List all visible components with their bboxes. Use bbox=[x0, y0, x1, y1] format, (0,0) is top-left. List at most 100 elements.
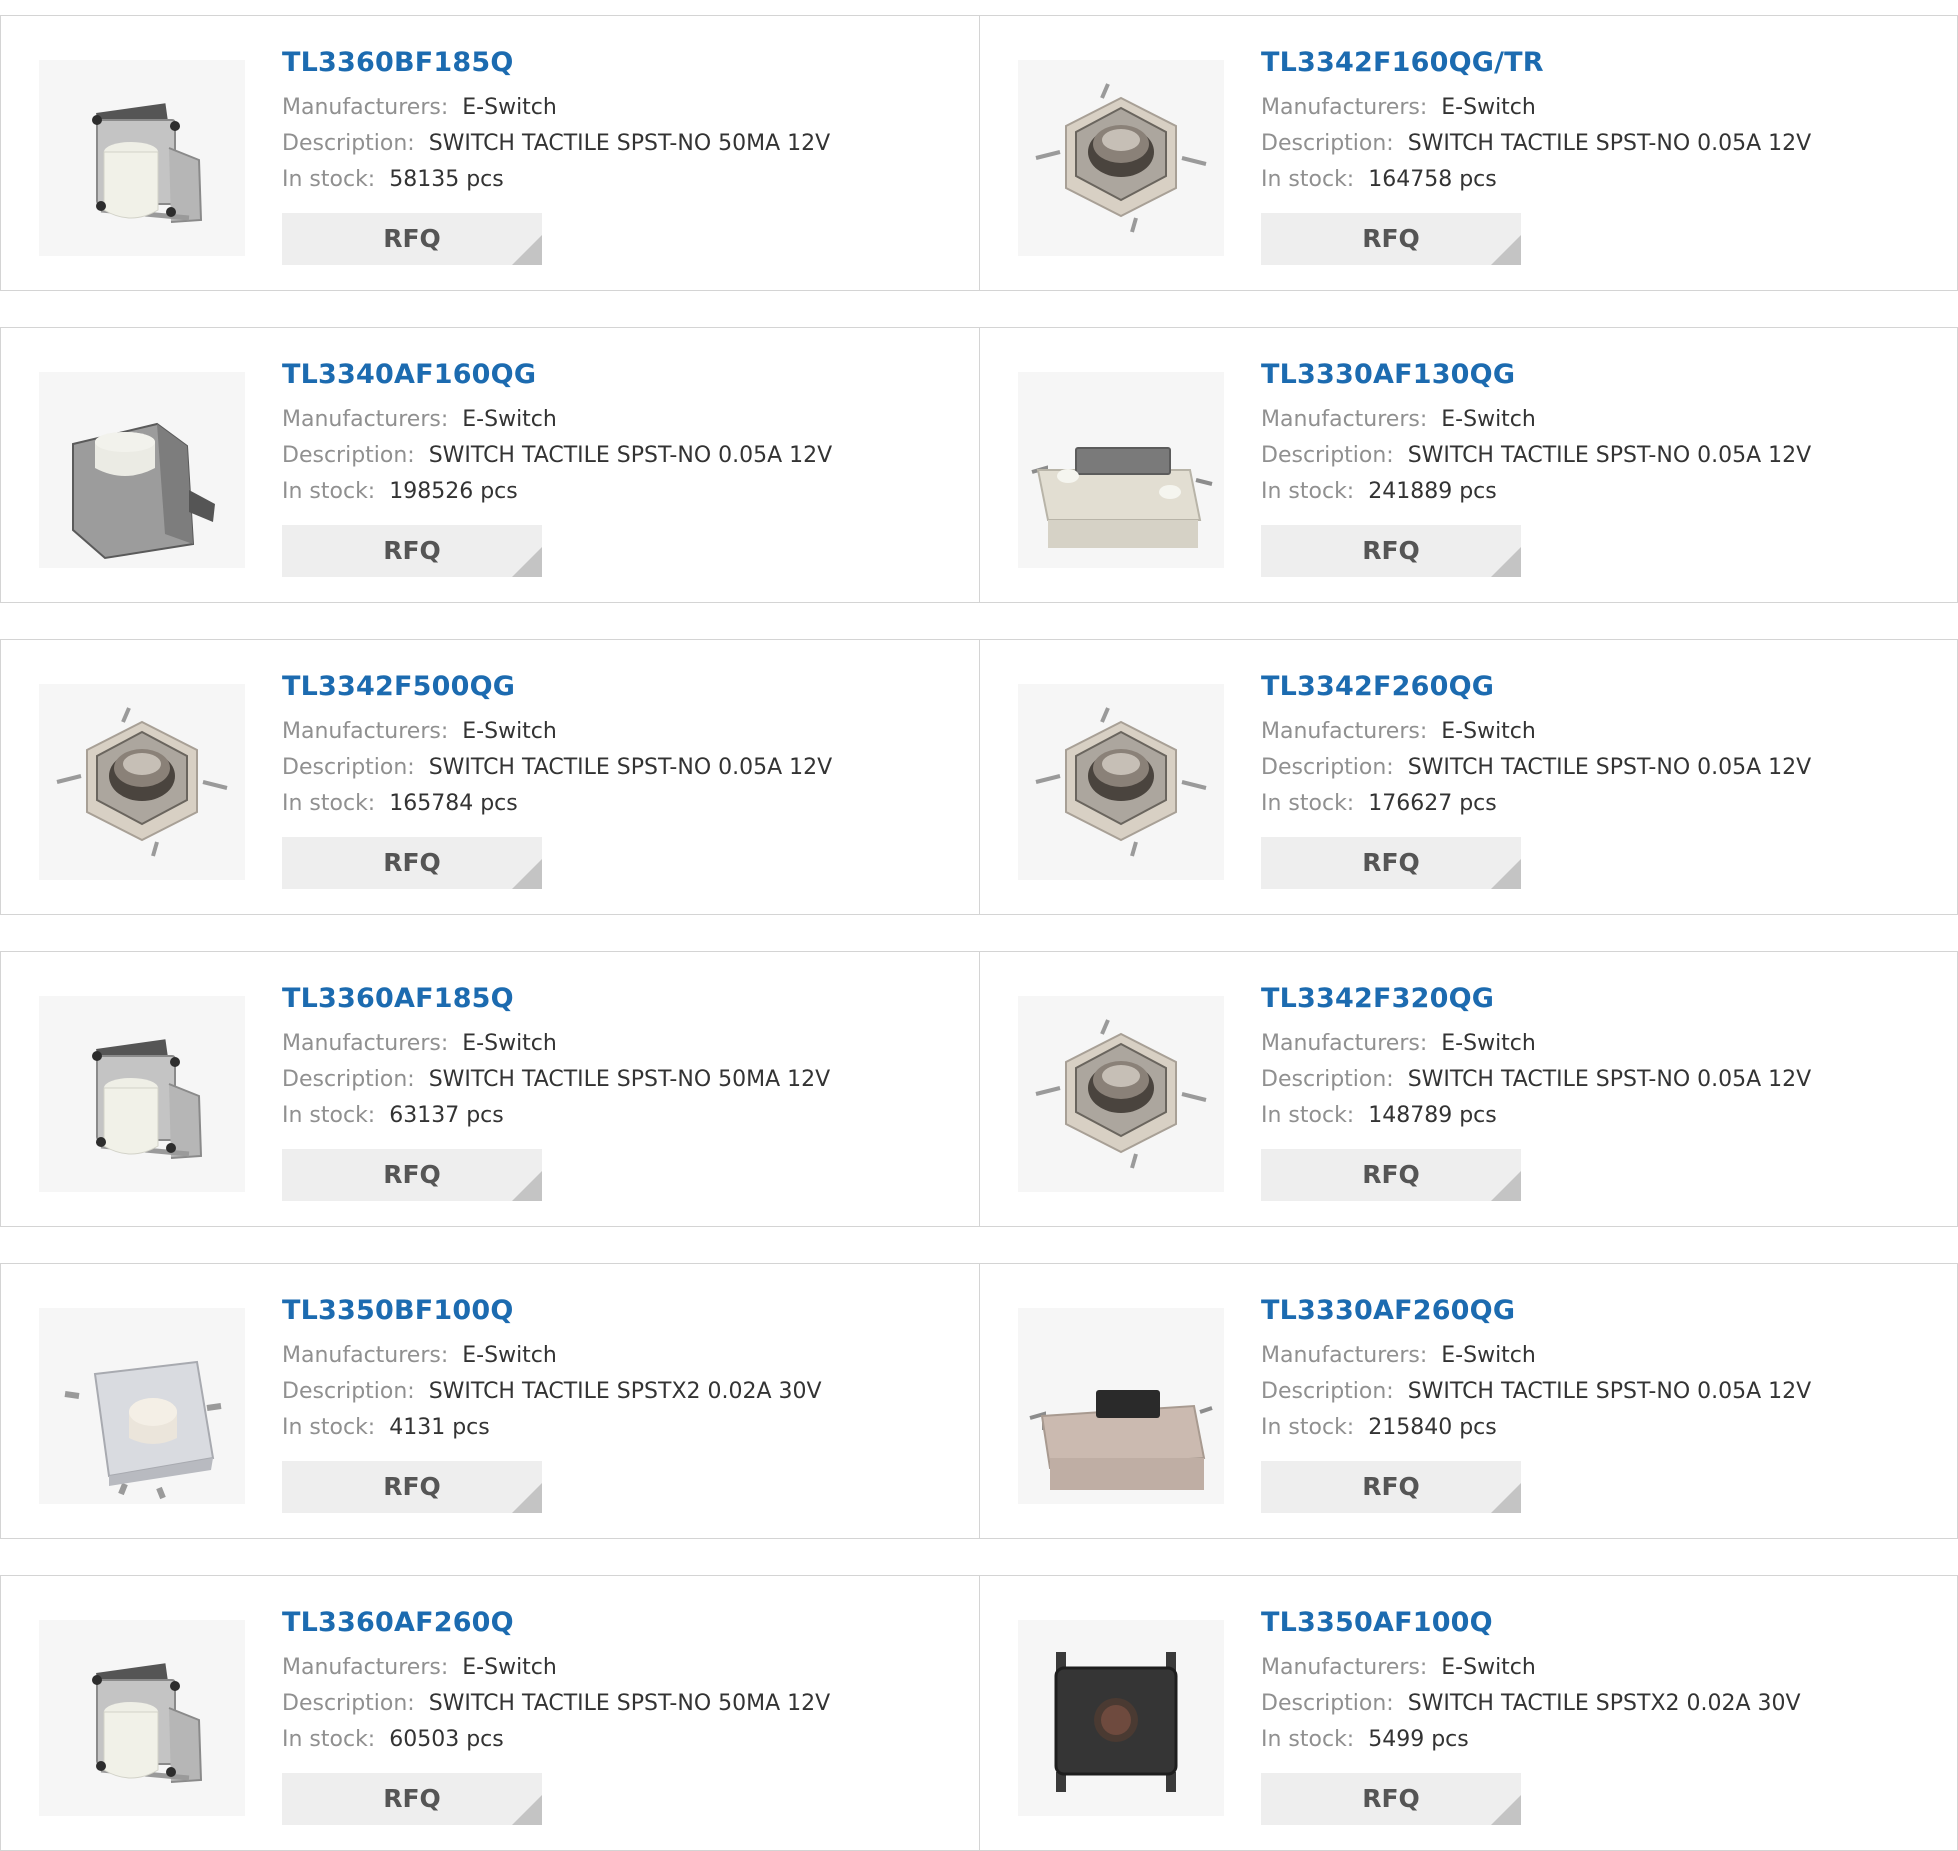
product-image[interactable] bbox=[39, 996, 245, 1192]
product-image[interactable] bbox=[1018, 60, 1224, 256]
manufacturer-value: E-Switch bbox=[1441, 1655, 1536, 1680]
manufacturer-label: Manufacturers: bbox=[282, 1031, 449, 1056]
product-image[interactable] bbox=[1018, 1620, 1224, 1816]
product-name-link[interactable]: TL3330AF130QG bbox=[1261, 358, 1811, 392]
stock-label: In stock: bbox=[282, 1103, 376, 1128]
product-name-link[interactable]: TL3340AF160QG bbox=[282, 358, 832, 392]
product-card: TL3360AF185Q Manufacturers: E-Switch Desc… bbox=[0, 951, 980, 1227]
square-smd-switch-icon bbox=[56, 707, 228, 857]
description-label: Description: bbox=[282, 443, 415, 468]
rfq-button[interactable]: RFQ bbox=[282, 1461, 542, 1513]
side-actuator-switch-icon bbox=[92, 1663, 203, 1783]
stock-value: 198526 pcs bbox=[389, 479, 518, 504]
description-label: Description: bbox=[1261, 1379, 1394, 1404]
description-value: SWITCH TACTILE SPST-NO 0.05A 12V bbox=[428, 443, 833, 468]
top-view-smd-switch-icon bbox=[1054, 1652, 1178, 1792]
description-label: Description: bbox=[1261, 755, 1394, 780]
description-value: SWITCH TACTILE SPST-NO 0.05A 12V bbox=[1407, 1067, 1812, 1092]
product-image[interactable] bbox=[1018, 684, 1224, 880]
product-name-link[interactable]: TL3342F500QG bbox=[282, 670, 832, 704]
product-name-link[interactable]: TL3342F160QG/TR bbox=[1261, 46, 1811, 80]
product-image[interactable] bbox=[39, 684, 245, 880]
rfq-button[interactable]: RFQ bbox=[282, 837, 542, 889]
product-name-link[interactable]: TL3350BF100Q bbox=[282, 1294, 822, 1328]
rfq-button-label: RFQ bbox=[1362, 1784, 1420, 1813]
manufacturer-value: E-Switch bbox=[462, 407, 557, 432]
product-grid: TL3360BF185Q Manufacturers: E-Switch Desc… bbox=[0, 0, 1958, 1851]
stock-label: In stock: bbox=[1261, 479, 1355, 504]
product-image[interactable] bbox=[39, 372, 245, 568]
description-label: Description: bbox=[282, 1691, 415, 1716]
product-name-link[interactable]: TL3360BF185Q bbox=[282, 46, 830, 80]
rfq-button[interactable]: RFQ bbox=[282, 1149, 542, 1201]
product-name-link[interactable]: TL3350AF100Q bbox=[1261, 1606, 1801, 1640]
product-image[interactable] bbox=[39, 1308, 245, 1504]
stock-label: In stock: bbox=[282, 479, 376, 504]
rfq-button[interactable]: RFQ bbox=[282, 1773, 542, 1825]
stock-value: 241889 pcs bbox=[1368, 479, 1497, 504]
product-card: TL3350BF100Q Manufacturers: E-Switch Desc… bbox=[0, 1263, 980, 1539]
corner-triangle-icon bbox=[512, 547, 542, 577]
manufacturer-label: Manufacturers: bbox=[1261, 1031, 1428, 1056]
rfq-button[interactable]: RFQ bbox=[1261, 837, 1521, 889]
product-name-link[interactable]: TL3330AF260QG bbox=[1261, 1294, 1811, 1328]
product-name-link[interactable]: TL3360AF185Q bbox=[282, 982, 830, 1016]
rfq-button-label: RFQ bbox=[383, 1472, 441, 1501]
description-label: Description: bbox=[282, 131, 415, 156]
corner-triangle-icon bbox=[1491, 235, 1521, 265]
rfq-button[interactable]: RFQ bbox=[282, 213, 542, 265]
product-image[interactable] bbox=[39, 1620, 245, 1816]
description-label: Description: bbox=[1261, 1691, 1394, 1716]
manufacturer-value: E-Switch bbox=[1441, 95, 1536, 120]
product-card: TL3342F500QG Manufacturers: E-Switch Desc… bbox=[0, 639, 980, 915]
corner-triangle-icon bbox=[512, 1483, 542, 1513]
rfq-button-label: RFQ bbox=[1362, 848, 1420, 877]
rfq-button-label: RFQ bbox=[1362, 224, 1420, 253]
product-name-link[interactable]: TL3342F260QG bbox=[1261, 670, 1811, 704]
manufacturer-label: Manufacturers: bbox=[1261, 407, 1428, 432]
stock-value: 63137 pcs bbox=[389, 1103, 504, 1128]
manufacturer-label: Manufacturers: bbox=[1261, 1343, 1428, 1368]
description-label: Description: bbox=[282, 755, 415, 780]
rfq-button[interactable]: RFQ bbox=[1261, 525, 1521, 577]
product-card: TL3360BF185Q Manufacturers: E-Switch Desc… bbox=[0, 15, 980, 291]
product-card: TL3350AF100Q Manufacturers: E-Switch Desc… bbox=[979, 1575, 1958, 1851]
corner-triangle-icon bbox=[512, 859, 542, 889]
manufacturer-value: E-Switch bbox=[462, 1031, 557, 1056]
rfq-button[interactable]: RFQ bbox=[1261, 1773, 1521, 1825]
description-value: SWITCH TACTILE SPST-NO 50MA 12V bbox=[428, 1691, 831, 1716]
stock-label: In stock: bbox=[1261, 1103, 1355, 1128]
rfq-button[interactable]: RFQ bbox=[1261, 213, 1521, 265]
description-label: Description: bbox=[1261, 1067, 1394, 1092]
stock-value: 4131 pcs bbox=[389, 1415, 490, 1440]
manufacturer-value: E-Switch bbox=[1441, 1031, 1536, 1056]
corner-triangle-icon bbox=[512, 1795, 542, 1825]
description-value: SWITCH TACTILE SPST-NO 0.05A 12V bbox=[428, 755, 833, 780]
corner-triangle-icon bbox=[512, 1171, 542, 1201]
description-value: SWITCH TACTILE SPST-NO 0.05A 12V bbox=[1407, 131, 1812, 156]
square-smd-switch-icon bbox=[1035, 707, 1207, 857]
product-image[interactable] bbox=[1018, 996, 1224, 1192]
product-name-link[interactable]: TL3360AF260Q bbox=[282, 1606, 830, 1640]
description-label: Description: bbox=[282, 1379, 415, 1404]
rfq-button-label: RFQ bbox=[383, 1160, 441, 1189]
stock-label: In stock: bbox=[282, 1727, 376, 1752]
manufacturer-value: E-Switch bbox=[462, 95, 557, 120]
stock-value: 176627 pcs bbox=[1368, 791, 1497, 816]
rfq-button[interactable]: RFQ bbox=[1261, 1461, 1521, 1513]
rfq-button[interactable]: RFQ bbox=[282, 525, 542, 577]
product-image[interactable] bbox=[1018, 1308, 1224, 1504]
rfq-button[interactable]: RFQ bbox=[1261, 1149, 1521, 1201]
product-card: TL3342F260QG Manufacturers: E-Switch Desc… bbox=[979, 639, 1958, 915]
rfq-button-label: RFQ bbox=[383, 848, 441, 877]
product-card: TL3330AF130QG Manufacturers: E-Switch Des… bbox=[979, 327, 1958, 603]
description-value: SWITCH TACTILE SPST-NO 50MA 12V bbox=[428, 1067, 831, 1092]
product-image[interactable] bbox=[39, 60, 245, 256]
product-image[interactable] bbox=[1018, 372, 1224, 568]
manufacturer-value: E-Switch bbox=[1441, 719, 1536, 744]
white-smd-switch-icon bbox=[64, 1360, 222, 1500]
description-label: Description: bbox=[282, 1067, 415, 1092]
stock-label: In stock: bbox=[1261, 791, 1355, 816]
product-name-link[interactable]: TL3342F320QG bbox=[1261, 982, 1811, 1016]
rfq-button-label: RFQ bbox=[1362, 1472, 1420, 1501]
